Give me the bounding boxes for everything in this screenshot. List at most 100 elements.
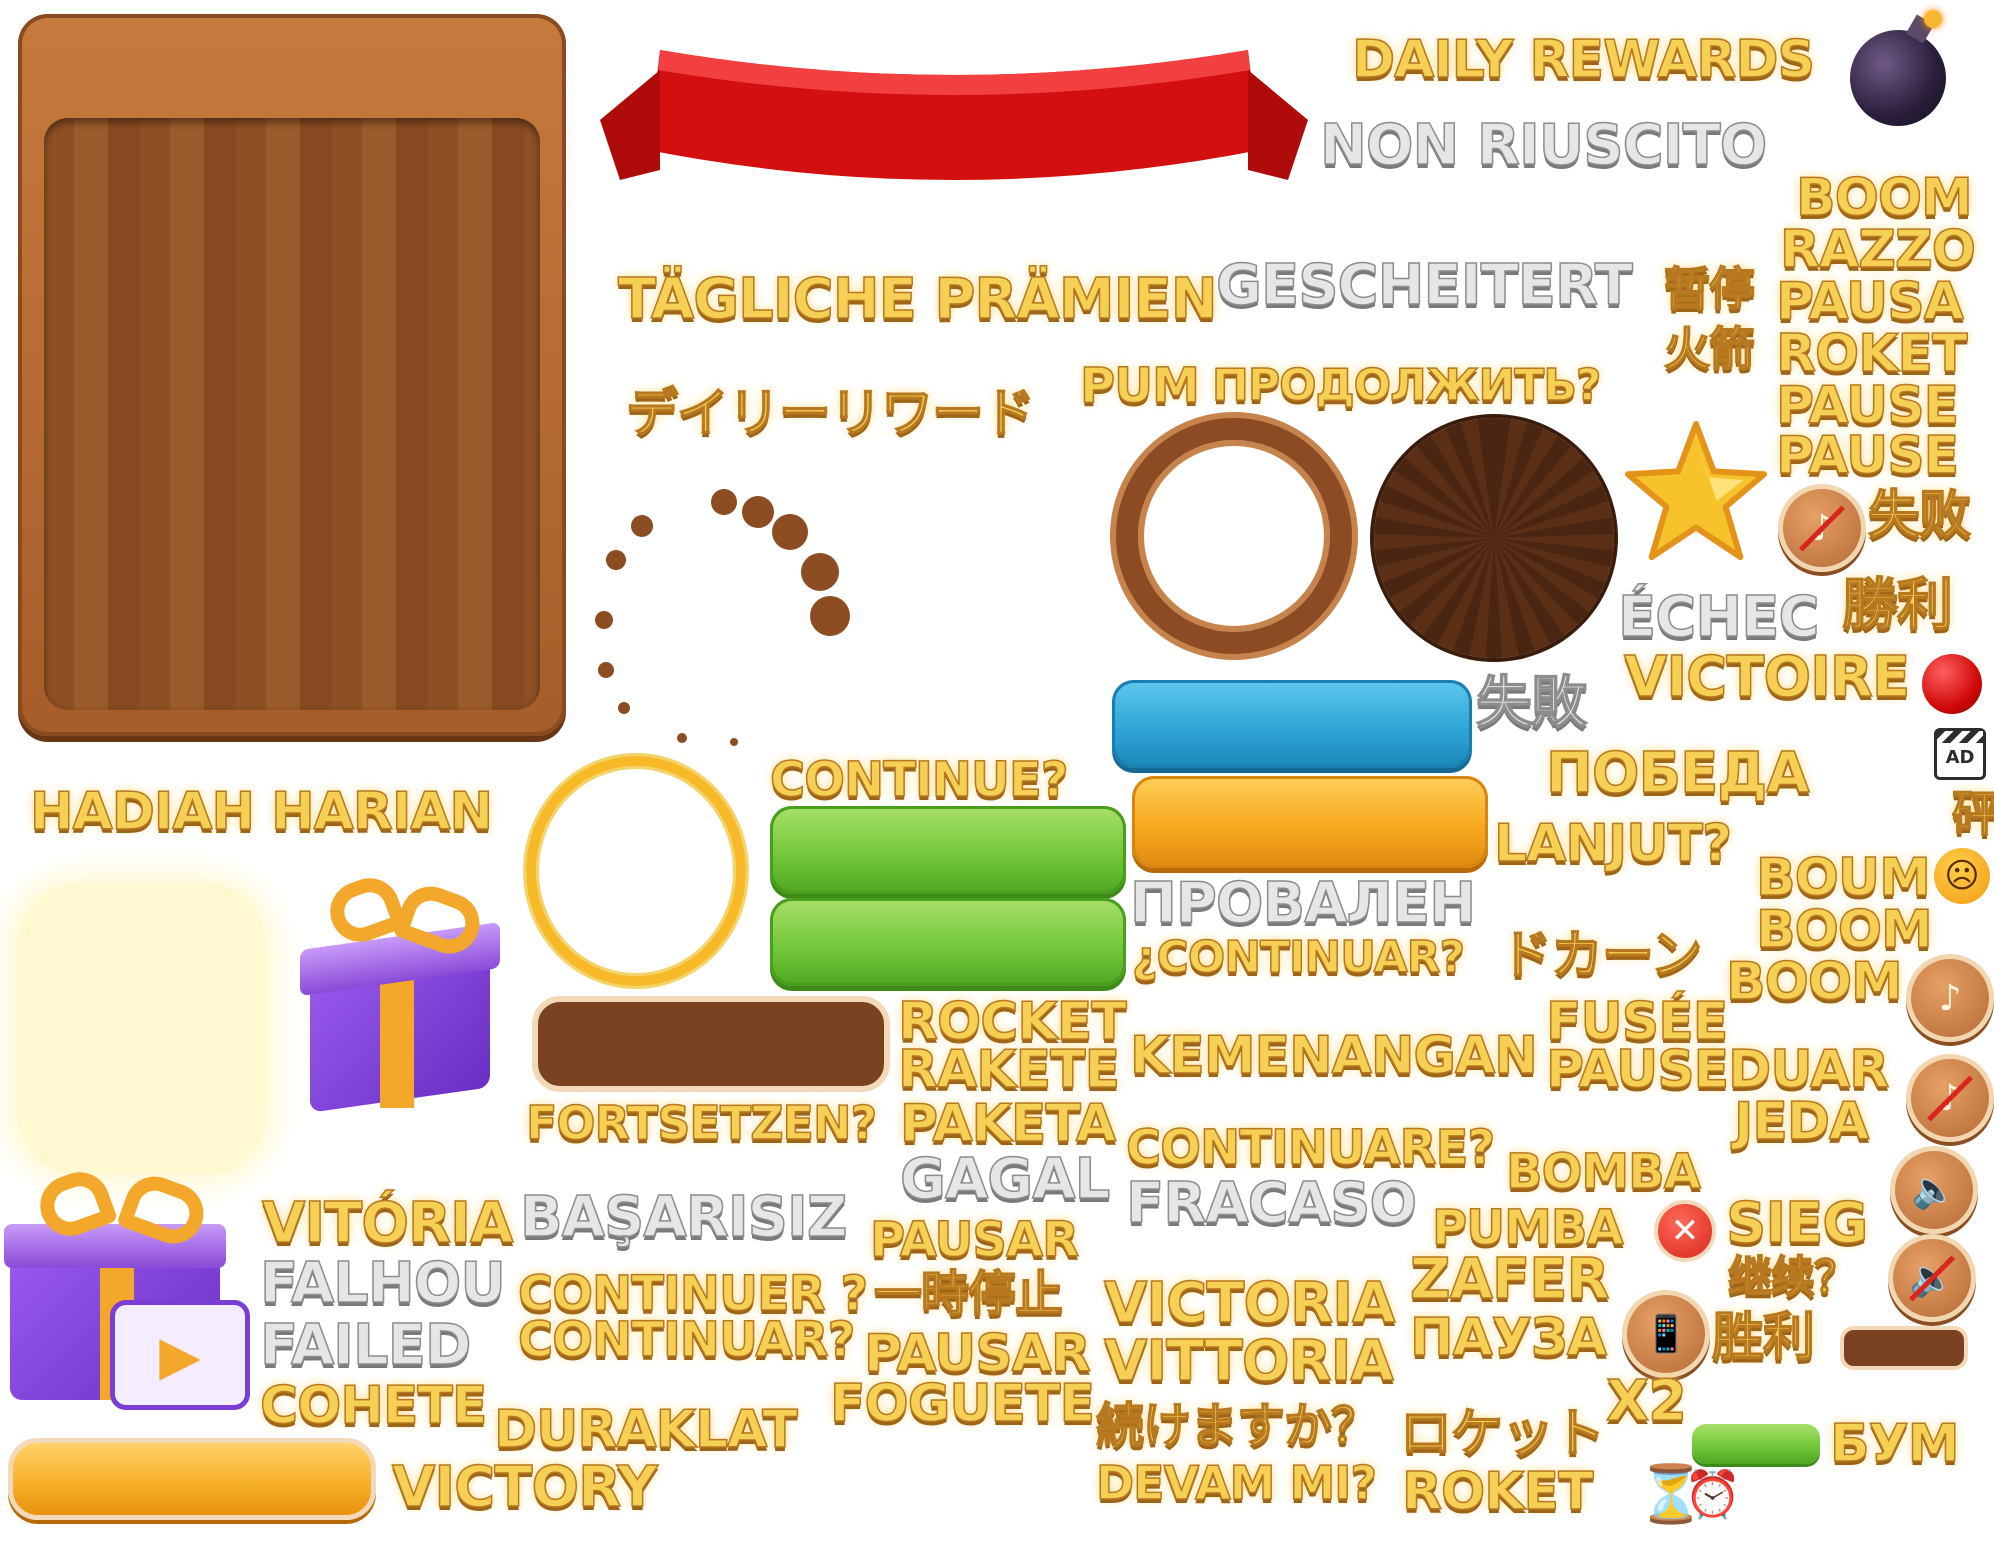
label-shengli-zh: 胜利 <box>1711 1308 1816 1368</box>
label-bum: БУМ <box>1829 1414 1960 1474</box>
loading-spinner <box>595 489 850 746</box>
label-boum: BOUM <box>1755 848 1931 908</box>
label-shippai-jp: 失敗 <box>1475 671 1588 736</box>
label-foguete: FOGUETE <box>829 1374 1096 1434</box>
close-icon[interactable]: ✕ <box>1654 1200 1716 1262</box>
music-icon[interactable]: ♪ <box>1906 954 1994 1042</box>
label-continuar-es: ¿CONTINUAR? <box>1131 932 1466 983</box>
label-vitoria: VITÓRIA <box>261 1191 514 1256</box>
label-continuare: CONTINUARE? <box>1125 1120 1496 1176</box>
label-non-riuscito: NON RIUSCITO <box>1319 113 1768 178</box>
label-pause-duar: PAUSEDUAR <box>1545 1040 1890 1100</box>
label-boom-3: BOOM <box>1725 952 1903 1012</box>
green-small-bar <box>1692 1424 1820 1464</box>
label-falhou: FALHOU <box>259 1251 506 1316</box>
label-cohete: COHETE <box>259 1376 488 1436</box>
wooden-disc <box>1374 418 1614 658</box>
wooden-ring-frame <box>1116 418 1352 654</box>
label-jeda: JEDA <box>1733 1092 1870 1152</box>
label-victoria: VICTORIA <box>1103 1271 1396 1336</box>
label-prodolzhit: ПРОДОЛЖИТЬ? <box>1211 360 1602 411</box>
label-pause-1: PAUSE <box>1775 376 1960 436</box>
label-daily-rewards: DAILY REWARDS <box>1351 30 1816 90</box>
label-provalen: ПРОВАЛЕН <box>1129 871 1477 936</box>
music-off-icon[interactable]: ♪ <box>1778 484 1866 572</box>
label-huojian: 火箭 <box>1663 322 1756 376</box>
alarm-clock-icon: ⏰ <box>1684 1467 1742 1521</box>
gift-video-icon: ▶ <box>4 1160 254 1420</box>
label-ichiji: 一時停止 <box>873 1266 1064 1322</box>
ad-clapper-icon[interactable]: AD <box>1934 728 1986 780</box>
label-jixu: 继续？ <box>1727 1252 1859 1303</box>
label-bomba: BOMBA <box>1505 1144 1701 1200</box>
label-pauza: ПАУЗА <box>1409 1308 1608 1368</box>
label-pumba: PUMBA <box>1431 1200 1624 1256</box>
wooden-panel-inner <box>44 118 540 710</box>
label-taegliche-praemien: TÄGLICHE PRÄMIEN <box>617 267 1218 332</box>
green-button-2[interactable] <box>770 898 1126 986</box>
label-hadiah-harian: HADIAH HARIAN <box>29 782 494 842</box>
hourglass-icon: ⏳ <box>1636 1462 1706 1527</box>
label-vittoria: VITTORIA <box>1103 1329 1394 1394</box>
sad-face-icon: ☹ <box>1934 848 1990 904</box>
red-ribbon-banner <box>600 50 1308 180</box>
label-boom-1: BOOM <box>1795 168 1973 228</box>
label-roketto: ロケット <box>1399 1404 1606 1464</box>
brown-progress-bar <box>532 996 890 1092</box>
green-button-1[interactable] <box>770 806 1126 894</box>
wooden-panel <box>18 14 566 736</box>
label-gagal: GAGAL <box>899 1147 1111 1212</box>
label-pausar-1: PAUSAR <box>869 1212 1080 1268</box>
glow-shape <box>18 884 266 1174</box>
label-rakete: RAKETE <box>897 1040 1121 1100</box>
label-roket-1: ROKET <box>1775 324 1968 384</box>
star-icon <box>1624 420 1768 561</box>
label-daily-jp: デイリーリワード <box>625 384 1036 444</box>
sound-off-icon[interactable]: 🔈 <box>1888 1234 1976 1322</box>
label-continuar-pt: CONTINUAR? <box>517 1312 856 1368</box>
label-victory: VICTORY <box>391 1455 658 1520</box>
label-sieg: SIEG <box>1725 1191 1869 1256</box>
orange-long-button[interactable] <box>8 1438 376 1520</box>
label-pausar-2: PAUSAR <box>863 1324 1091 1384</box>
label-pobeda: ПОБЕДА <box>1545 741 1810 806</box>
bomb-icon <box>1846 10 1956 126</box>
vibrate-icon[interactable]: 📱 <box>1622 1290 1710 1378</box>
label-razzo: RAZZO <box>1779 220 1976 280</box>
label-pum: PUM <box>1079 358 1200 414</box>
label-pausa-1: PAUSA <box>1775 272 1964 332</box>
gift-icon <box>290 869 520 1120</box>
yellow-ring-frame <box>526 756 746 986</box>
label-dokan: ドカーン <box>1499 926 1703 986</box>
label-duraklat: DURAKLAT <box>493 1400 798 1460</box>
label-zanting: 暂停 <box>1663 262 1756 316</box>
label-victoire: VICTOIRE <box>1623 645 1911 710</box>
label-boom-2: BOOM <box>1755 900 1933 960</box>
label-lanjut: LANJUT? <box>1493 814 1733 874</box>
label-fracaso: FRACASO <box>1125 1171 1418 1236</box>
ad-label: AD <box>1945 747 1975 768</box>
label-continue: CONTINUE? <box>769 752 1069 808</box>
label-continuer: CONTINUER ? <box>517 1266 869 1322</box>
blue-button[interactable] <box>1112 680 1472 768</box>
orange-button[interactable] <box>1132 776 1488 868</box>
music-off-icon-2[interactable]: ♪ <box>1906 1054 1994 1142</box>
sound-on-icon[interactable]: 🔈 <box>1890 1146 1978 1234</box>
label-sui: 砰 <box>1951 786 1994 842</box>
brown-small-bar <box>1840 1326 1968 1370</box>
label-paketa: PAKETA <box>899 1094 1117 1154</box>
label-devam: DEVAM MI? <box>1095 1456 1378 1510</box>
label-echec: ÉCHEC <box>1617 585 1820 650</box>
label-roket-2: ROKET <box>1401 1462 1594 1522</box>
label-shibai-zh: 失败 <box>1867 486 1972 546</box>
label-basarisiz: BAŞARISIZ <box>519 1185 848 1250</box>
label-x2: X2 <box>1605 1369 1688 1434</box>
label-kemenangan: KEMENANGAN <box>1129 1026 1538 1086</box>
label-zafer: ZAFER <box>1409 1247 1610 1312</box>
label-shengli-jp: 勝利 <box>1841 573 1954 638</box>
record-button-icon[interactable] <box>1922 654 1982 714</box>
label-failed: FAILED <box>259 1313 472 1378</box>
label-pause-2: PAUSE <box>1775 426 1960 486</box>
label-gescheitert: GESCHEITERT <box>1215 253 1633 318</box>
label-tsuzuke: 続けますか？ <box>1095 1398 1380 1454</box>
